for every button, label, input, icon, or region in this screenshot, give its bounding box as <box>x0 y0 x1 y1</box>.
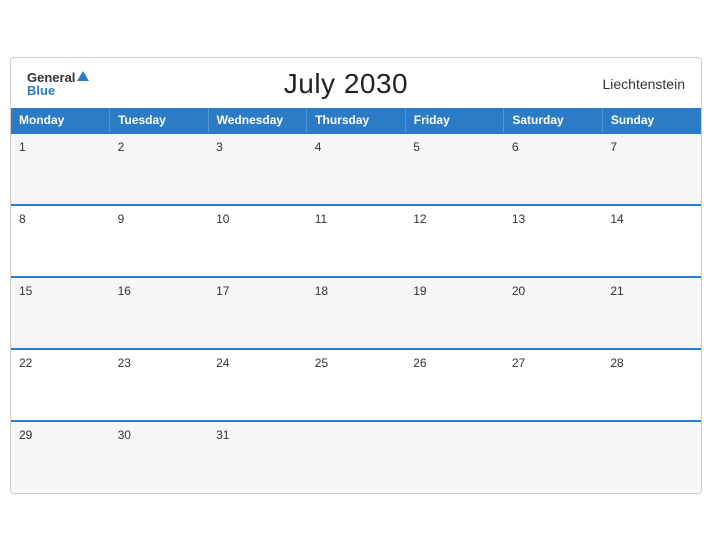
calendar-day-cell: 17 <box>208 277 307 349</box>
calendar-table: Monday Tuesday Wednesday Thursday Friday… <box>11 108 701 493</box>
day-number: 24 <box>216 356 229 370</box>
header-tuesday: Tuesday <box>110 108 209 133</box>
day-number: 31 <box>216 428 229 442</box>
calendar-day-cell: 31 <box>208 421 307 493</box>
day-number: 29 <box>19 428 32 442</box>
day-number: 25 <box>315 356 328 370</box>
calendar-day-cell: 29 <box>11 421 110 493</box>
calendar-day-cell <box>307 421 406 493</box>
header-monday: Monday <box>11 108 110 133</box>
day-number: 27 <box>512 356 525 370</box>
day-number: 10 <box>216 212 229 226</box>
calendar-day-cell: 6 <box>504 133 603 205</box>
month-title: July 2030 <box>284 68 408 100</box>
header-friday: Friday <box>405 108 504 133</box>
calendar-day-cell: 1 <box>11 133 110 205</box>
day-number: 3 <box>216 140 223 154</box>
calendar-day-cell: 18 <box>307 277 406 349</box>
country-name: Liechtenstein <box>602 76 685 92</box>
day-number: 14 <box>610 212 623 226</box>
calendar-day-cell: 24 <box>208 349 307 421</box>
day-number: 19 <box>413 284 426 298</box>
calendar-day-cell: 7 <box>602 133 701 205</box>
calendar-day-cell: 27 <box>504 349 603 421</box>
calendar-day-cell: 19 <box>405 277 504 349</box>
day-number: 17 <box>216 284 229 298</box>
calendar-day-cell: 5 <box>405 133 504 205</box>
calendar-header: General Blue July 2030 Liechtenstein <box>11 58 701 108</box>
calendar-day-cell: 21 <box>602 277 701 349</box>
calendar-day-cell: 25 <box>307 349 406 421</box>
day-number: 26 <box>413 356 426 370</box>
calendar-day-cell: 28 <box>602 349 701 421</box>
day-number: 21 <box>610 284 623 298</box>
calendar-week-row: 15 16 17 18 19 20 21 <box>11 277 701 349</box>
day-number: 18 <box>315 284 328 298</box>
calendar-day-cell: 13 <box>504 205 603 277</box>
calendar-day-cell: 14 <box>602 205 701 277</box>
day-number: 12 <box>413 212 426 226</box>
calendar-day-cell: 16 <box>110 277 209 349</box>
header-saturday: Saturday <box>504 108 603 133</box>
calendar-day-cell: 11 <box>307 205 406 277</box>
calendar-day-cell: 23 <box>110 349 209 421</box>
day-number: 11 <box>315 212 327 226</box>
logo: General Blue <box>27 71 89 97</box>
day-number: 1 <box>19 140 26 154</box>
day-number: 16 <box>118 284 131 298</box>
logo-general-text: General <box>27 71 75 84</box>
day-number: 8 <box>19 212 26 226</box>
header-thursday: Thursday <box>307 108 406 133</box>
logo-blue-text: Blue <box>27 84 89 97</box>
calendar-day-cell <box>405 421 504 493</box>
day-number: 23 <box>118 356 131 370</box>
day-number: 5 <box>413 140 420 154</box>
logo-triangle-icon <box>77 71 89 81</box>
calendar-day-cell: 3 <box>208 133 307 205</box>
weekday-header-row: Monday Tuesday Wednesday Thursday Friday… <box>11 108 701 133</box>
calendar-day-cell: 9 <box>110 205 209 277</box>
calendar-day-cell: 26 <box>405 349 504 421</box>
header-sunday: Sunday <box>602 108 701 133</box>
day-number: 6 <box>512 140 519 154</box>
day-number: 13 <box>512 212 525 226</box>
day-number: 30 <box>118 428 131 442</box>
calendar-day-cell <box>504 421 603 493</box>
calendar-day-cell: 2 <box>110 133 209 205</box>
day-number: 22 <box>19 356 32 370</box>
calendar-week-row: 8 9 10 11 12 13 14 <box>11 205 701 277</box>
day-number: 15 <box>19 284 32 298</box>
day-number: 2 <box>118 140 125 154</box>
day-number: 4 <box>315 140 322 154</box>
day-number: 20 <box>512 284 525 298</box>
day-number: 7 <box>610 140 617 154</box>
calendar-day-cell: 22 <box>11 349 110 421</box>
calendar-day-cell: 12 <box>405 205 504 277</box>
calendar-day-cell: 30 <box>110 421 209 493</box>
calendar-day-cell <box>602 421 701 493</box>
calendar-day-cell: 15 <box>11 277 110 349</box>
calendar-day-cell: 10 <box>208 205 307 277</box>
calendar-week-row: 1 2 3 4 5 6 7 <box>11 133 701 205</box>
calendar-day-cell: 4 <box>307 133 406 205</box>
day-number: 9 <box>118 212 125 226</box>
calendar-week-row: 22 23 24 25 26 27 28 <box>11 349 701 421</box>
calendar-day-cell: 8 <box>11 205 110 277</box>
day-number: 28 <box>610 356 623 370</box>
calendar-container: General Blue July 2030 Liechtenstein Mon… <box>10 57 702 494</box>
header-wednesday: Wednesday <box>208 108 307 133</box>
calendar-week-row: 29 30 31 <box>11 421 701 493</box>
calendar-day-cell: 20 <box>504 277 603 349</box>
